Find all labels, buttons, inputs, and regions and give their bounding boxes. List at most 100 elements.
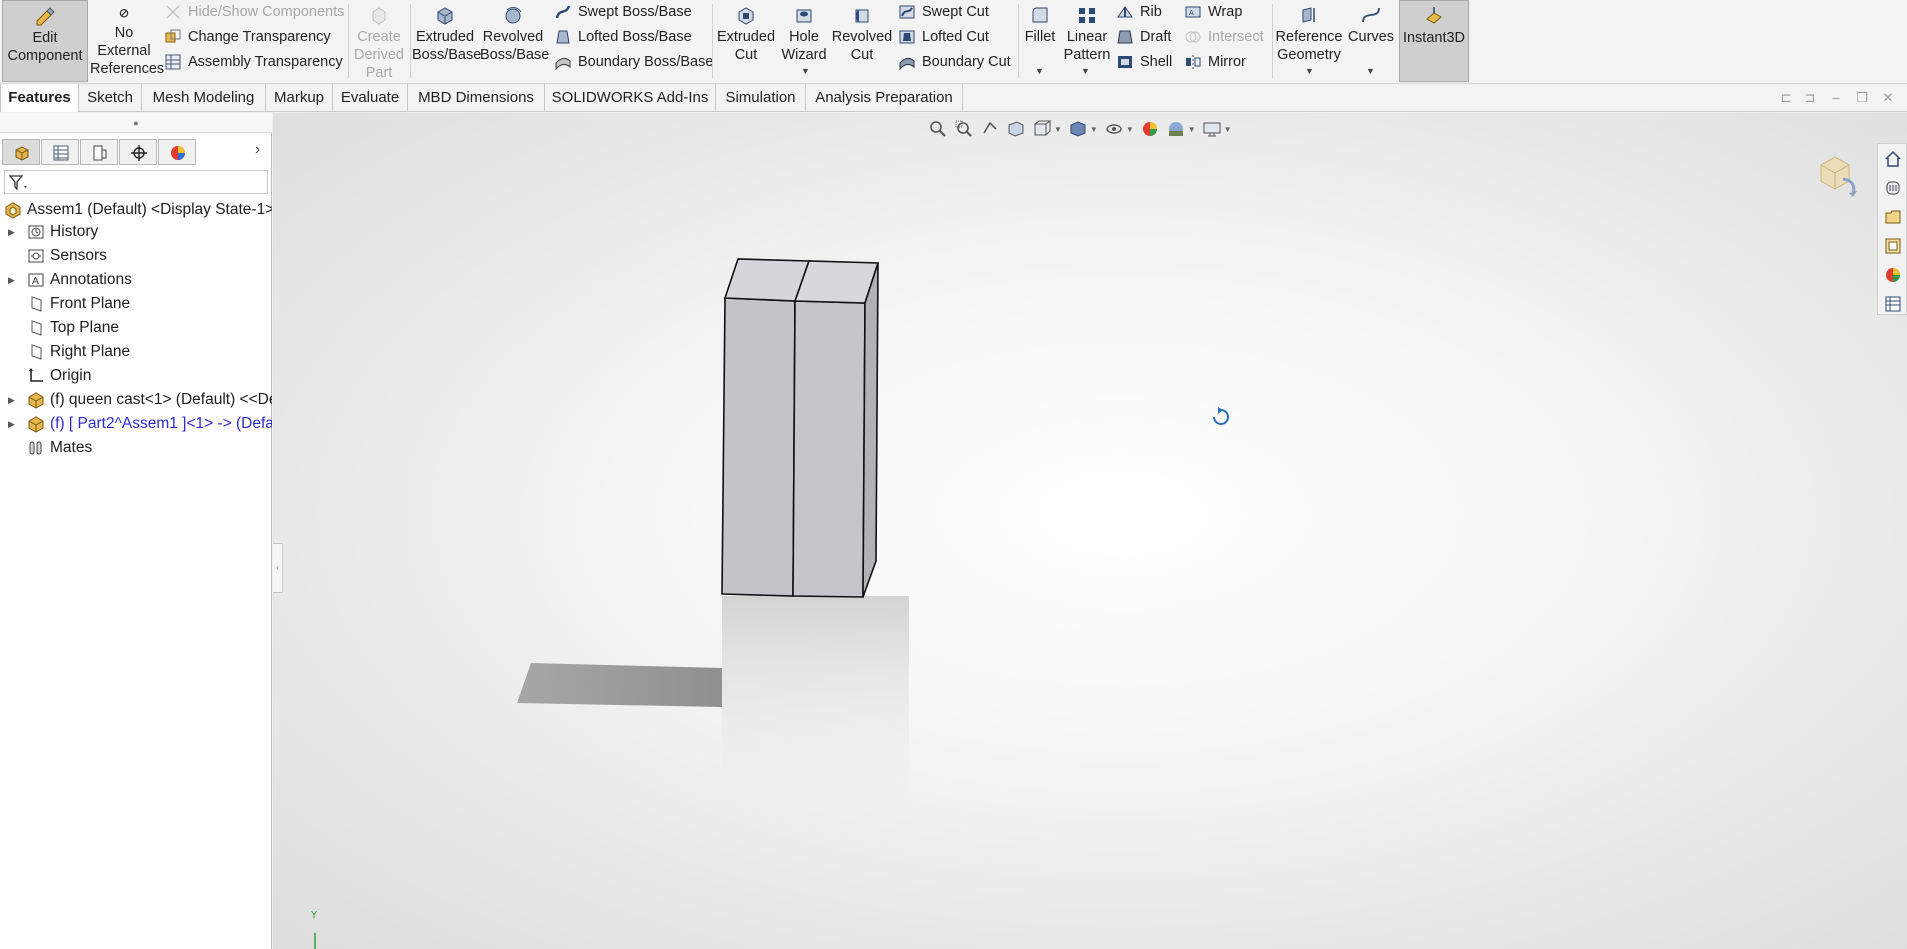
swept-cut-button[interactable]: Swept Cut (898, 0, 989, 24)
tree-item-annotations[interactable]: ▶ A Annotations (0, 268, 272, 292)
tab-mbd-dimensions[interactable]: MBD Dimensions (408, 84, 545, 112)
part-component-icon (28, 392, 44, 409)
tree-item-sensors[interactable]: Sensors (0, 244, 272, 268)
extruded-boss-base-button[interactable]: Extruded Boss/Base (412, 0, 481, 82)
restore-icon[interactable]: ❐ (1854, 90, 1870, 106)
expand-arrow-icon[interactable]: ▶ (8, 275, 15, 286)
tile-left-icon[interactable]: ⊏ (1778, 90, 1794, 106)
tree-item-component-queen-cast[interactable]: ▶ (f) queen cast<1> (Default) <<Default>… (0, 388, 272, 412)
edit-component-icon (36, 7, 55, 26)
tab-features[interactable]: Features (0, 84, 79, 112)
tab-analysis-preparation[interactable]: Analysis Preparation (806, 84, 963, 112)
part2-top-face[interactable] (793, 260, 880, 304)
curves-icon (1362, 7, 1380, 23)
create-derived-part-button[interactable]: Create Derived Part (350, 0, 408, 82)
revolved-boss-base-button[interactable]: Revolved Boss/Base (480, 0, 549, 82)
tree-item-right-plane[interactable]: Right Plane (0, 340, 272, 364)
close-icon[interactable]: ✕ (1880, 90, 1896, 106)
configuration-manager-tab[interactable] (80, 139, 118, 165)
fillet-dropdown-icon[interactable]: ▼ (1035, 66, 1044, 76)
curves-dropdown-icon[interactable]: ▼ (1366, 66, 1375, 76)
mirror-button[interactable]: Mirror (1184, 50, 1246, 74)
assembly-icon (5, 202, 21, 219)
hide-show-components-icon (166, 5, 180, 19)
linear-pattern-icon (1079, 8, 1095, 23)
tree-item-top-plane[interactable]: Top Plane (0, 316, 272, 340)
revolved-boss-icon (505, 7, 522, 24)
instant3d-button[interactable]: Instant3D (1399, 0, 1469, 82)
floor-shadow (517, 663, 722, 707)
tree-item-component-part2[interactable]: ▶ (f) [ Part2^Assem1 ]<1> -> (Default) <… (0, 412, 272, 436)
tree-item-mates[interactable]: Mates (0, 436, 272, 460)
tree-item-origin[interactable]: Origin (0, 364, 272, 388)
rib-button[interactable]: Rib (1116, 0, 1162, 24)
create-derived-part-icon (372, 7, 386, 25)
instant3d-icon (1426, 7, 1442, 24)
change-transparency-button[interactable]: Change Transparency (164, 25, 331, 49)
tab-mesh-modeling[interactable]: Mesh Modeling (142, 84, 266, 112)
tab-simulation[interactable]: Simulation (716, 84, 806, 112)
swept-boss-base-button[interactable]: Swept Boss/Base (554, 0, 692, 24)
panel-more-tabs-icon[interactable]: › (255, 141, 260, 159)
tab-evaluate[interactable]: Evaluate (333, 84, 408, 112)
extruded-cut-button[interactable]: Extruded Cut (714, 0, 778, 82)
expand-arrow-icon[interactable]: ▶ (8, 395, 15, 406)
change-transparency-icon (165, 29, 181, 43)
tab-sketch[interactable]: Sketch (79, 84, 142, 112)
configuration-icon (93, 145, 107, 161)
tree-item-front-plane[interactable]: Front Plane (0, 292, 272, 316)
graphics-area[interactable]: ‹ ▼ ▼ ▼ ▼ ▼ Y (273, 113, 1907, 949)
no-external-references-button[interactable]: No External References (90, 0, 164, 82)
feature-tree-icon (15, 146, 29, 161)
reference-geometry-dropdown-icon[interactable]: ▼ (1305, 66, 1314, 76)
part2-side-face[interactable] (862, 262, 879, 598)
lofted-cut-button[interactable]: Lofted Cut (898, 25, 989, 49)
ribbon-separator (348, 4, 349, 78)
boundary-cut-button[interactable]: Boundary Cut (898, 50, 1011, 74)
assembly-transparency-button[interactable]: Assembly Transparency (164, 50, 343, 74)
part2-front-face[interactable] (792, 300, 866, 598)
command-manager-ribbon: Edit Component No External References Hi… (0, 0, 1907, 84)
model-graphics[interactable] (273, 113, 1907, 949)
tab-markup[interactable]: Markup (266, 84, 333, 112)
lofted-boss-base-button[interactable]: Lofted Boss/Base (554, 25, 692, 49)
revolved-cut-button[interactable]: Revolved Cut (830, 0, 894, 82)
intersect-button[interactable]: Intersect (1184, 25, 1264, 49)
tree-root-assembly[interactable]: Assem1 (Default) <Display State-1> (0, 198, 272, 222)
tile-right-icon[interactable]: ⊐ (1802, 90, 1818, 106)
tree-filter-box[interactable] (4, 170, 268, 194)
rotate-view-cursor-icon (1213, 407, 1229, 425)
draft-button[interactable]: Draft (1116, 25, 1171, 49)
property-list-icon (53, 145, 69, 161)
triad-y-label: Y (311, 910, 318, 921)
annotations-icon: A (28, 273, 44, 287)
origin-icon (29, 368, 43, 382)
hole-wizard-dropdown-icon[interactable]: ▼ (801, 66, 810, 76)
plane-icon (31, 296, 42, 312)
tab-solidworks-add-ins[interactable]: SOLIDWORKS Add-Ins (545, 84, 716, 112)
hide-show-components-button[interactable]: Hide/Show Components (164, 0, 344, 24)
expand-arrow-icon[interactable]: ▶ (8, 419, 15, 430)
property-manager-tab[interactable] (41, 139, 79, 165)
tree-item-history[interactable]: ▶ History (0, 220, 272, 244)
shell-button[interactable]: Shell (1116, 50, 1172, 74)
wrap-button[interactable]: A Wrap (1184, 0, 1242, 24)
boundary-boss-base-button[interactable]: Boundary Boss/Base (554, 50, 713, 74)
lofted-boss-icon (556, 30, 570, 44)
edit-component-button[interactable]: Edit Component (2, 0, 88, 82)
boundary-cut-icon (899, 57, 915, 71)
feature-manager-tab[interactable] (2, 139, 40, 165)
ribbon-separator (1272, 4, 1273, 78)
dimxpert-manager-tab[interactable] (119, 139, 157, 165)
minimize-icon[interactable]: – (1828, 90, 1844, 106)
panel-grip-handle[interactable]: ● (0, 113, 272, 133)
swept-cut-icon (899, 5, 915, 19)
svg-text:A: A (32, 276, 39, 287)
part-queen-cast-front-face[interactable] (721, 297, 796, 597)
expand-arrow-icon[interactable]: ▶ (8, 227, 15, 238)
display-manager-tab[interactable] (158, 139, 196, 165)
linear-pattern-dropdown-icon[interactable]: ▼ (1081, 66, 1090, 76)
revolved-cut-icon (855, 9, 869, 23)
ribbon-separator (410, 4, 411, 78)
feature-manager-panel: ● › Assem1 (Default) <Display State-1> ▶… (0, 113, 272, 949)
